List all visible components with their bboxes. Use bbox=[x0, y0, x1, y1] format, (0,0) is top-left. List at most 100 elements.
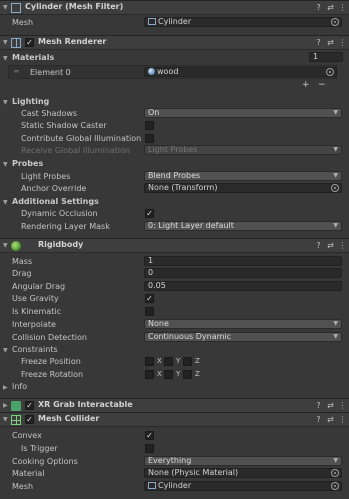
dropdown-arrow-icon: ▼ bbox=[333, 109, 338, 116]
info-label: Info bbox=[12, 382, 28, 391]
foldout-expanded-icon[interactable]: ▼ bbox=[3, 242, 8, 249]
foldout-expanded-icon[interactable]: ▼ bbox=[3, 39, 8, 46]
freeze-position-z-checkbox[interactable] bbox=[183, 357, 192, 366]
physic-material-field[interactable]: None (Physic Material) bbox=[144, 468, 342, 478]
materials-count-field[interactable]: 1 bbox=[309, 52, 343, 62]
object-picker-icon[interactable] bbox=[331, 18, 339, 26]
menu-icon[interactable]: ⋮ bbox=[338, 3, 347, 13]
mesh-field[interactable]: Cylinder bbox=[144, 17, 342, 27]
presets-icon[interactable]: ⇄ bbox=[326, 401, 335, 411]
foldout-expanded-icon[interactable]: ▼ bbox=[3, 4, 8, 11]
receive-gi-value: Light Probes bbox=[148, 145, 198, 154]
presets-icon[interactable]: ⇄ bbox=[326, 3, 335, 13]
mesh-collider-title: Mesh Collider bbox=[38, 414, 100, 423]
xr-grab-enabled-checkbox[interactable]: ✓ bbox=[25, 401, 34, 410]
help-icon[interactable]: ? bbox=[314, 241, 323, 251]
dropdown-arrow-icon: ▼ bbox=[333, 146, 338, 153]
mesh-renderer-enabled-checkbox[interactable]: ✓ bbox=[25, 38, 34, 47]
use-gravity-checkbox[interactable]: ✓ bbox=[145, 294, 154, 303]
is-trigger-label: Is Trigger bbox=[21, 444, 58, 453]
mesh-collider-header[interactable]: ▼ ✓ Mesh Collider ? ⇄ ⋮ bbox=[0, 412, 349, 427]
rigidbody-header[interactable]: ▼ Rigidbody ? ⇄ ⋮ bbox=[0, 238, 349, 253]
mesh-renderer-header[interactable]: ▼ ✓ Mesh Renderer ? ⇄ ⋮ bbox=[0, 35, 349, 50]
receive-gi-label: Receive Global Illumination bbox=[21, 146, 131, 155]
layer-mask-value: 0: Light Layer default bbox=[148, 221, 234, 230]
collider-mesh-label: Mesh bbox=[12, 482, 34, 491]
freeze-rotation-y-checkbox[interactable] bbox=[164, 370, 173, 379]
dynamic-occlusion-checkbox[interactable]: ✓ bbox=[145, 209, 154, 218]
cast-shadows-label: Cast Shadows bbox=[21, 109, 78, 118]
help-icon[interactable]: ? bbox=[314, 38, 323, 48]
mesh-label: Mesh bbox=[12, 18, 34, 27]
interpolate-dropdown[interactable]: None ▼ bbox=[144, 319, 342, 329]
additional-settings-label: Additional Settings bbox=[12, 197, 99, 206]
drag-handle-icon[interactable]: ═ bbox=[14, 67, 19, 76]
angular-drag-label: Angular Drag bbox=[12, 282, 66, 291]
contribute-gi-checkbox[interactable] bbox=[145, 134, 154, 143]
presets-icon[interactable]: ⇄ bbox=[326, 38, 335, 48]
remove-element-button[interactable]: − bbox=[318, 80, 326, 90]
mesh-renderer-title: Mesh Renderer bbox=[38, 37, 107, 46]
mass-field[interactable]: 1 bbox=[144, 256, 342, 266]
material-icon bbox=[148, 68, 155, 75]
element0-field[interactable]: wood bbox=[144, 67, 337, 77]
mesh-field-value: Cylinder bbox=[158, 17, 192, 26]
mesh-object-icon bbox=[148, 18, 156, 25]
cooking-options-label: Cooking Options bbox=[12, 457, 78, 466]
drag-field[interactable]: 0 bbox=[144, 268, 342, 278]
foldout-collapsed-icon[interactable]: ▶ bbox=[3, 402, 8, 409]
freeze-rotation-z-checkbox[interactable] bbox=[183, 370, 192, 379]
menu-icon[interactable]: ⋮ bbox=[338, 415, 347, 425]
mesh-filter-header[interactable]: ▼ Cylinder (Mesh Filter) ? ⇄ ⋮ bbox=[0, 0, 349, 15]
dropdown-arrow-icon: ▼ bbox=[333, 222, 338, 229]
light-probes-value: Blend Probes bbox=[148, 171, 201, 180]
is-kinematic-label: Is Kinematic bbox=[12, 307, 61, 316]
layer-mask-dropdown[interactable]: 0: Light Layer default ▼ bbox=[144, 221, 342, 231]
materials-foldout-icon[interactable]: ▼ bbox=[3, 55, 8, 62]
probes-foldout-icon[interactable]: ▼ bbox=[3, 161, 8, 168]
drag-label: Drag bbox=[12, 269, 32, 278]
cast-shadows-value: On bbox=[148, 108, 160, 117]
light-probes-dropdown[interactable]: Blend Probes ▼ bbox=[144, 171, 342, 181]
constraints-foldout-icon[interactable]: ▼ bbox=[3, 347, 8, 354]
lighting-foldout-icon[interactable]: ▼ bbox=[3, 99, 8, 106]
dropdown-arrow-icon: ▼ bbox=[333, 320, 338, 327]
presets-icon[interactable]: ⇄ bbox=[326, 415, 335, 425]
mesh-collider-icon bbox=[11, 415, 21, 425]
freeze-position-x-label: X bbox=[157, 357, 162, 365]
help-icon[interactable]: ? bbox=[314, 401, 323, 411]
object-picker-icon[interactable] bbox=[331, 184, 339, 192]
is-trigger-checkbox[interactable] bbox=[145, 444, 154, 453]
help-icon[interactable]: ? bbox=[314, 415, 323, 425]
convex-checkbox[interactable]: ✓ bbox=[145, 431, 154, 440]
static-shadow-checkbox[interactable] bbox=[145, 121, 154, 130]
anchor-override-field[interactable]: None (Transform) bbox=[144, 183, 342, 193]
foldout-expanded-icon[interactable]: ▼ bbox=[3, 416, 8, 423]
is-kinematic-checkbox[interactable] bbox=[145, 307, 154, 316]
info-foldout-icon[interactable]: ▶ bbox=[3, 384, 8, 391]
cooking-options-dropdown[interactable]: Everything ▼ bbox=[144, 456, 342, 466]
object-picker-icon[interactable] bbox=[331, 469, 339, 477]
additional-foldout-icon[interactable]: ▼ bbox=[3, 199, 8, 206]
freeze-position-z-label: Z bbox=[195, 357, 200, 365]
menu-icon[interactable]: ⋮ bbox=[338, 401, 347, 411]
presets-icon[interactable]: ⇄ bbox=[326, 241, 335, 251]
mesh-collider-enabled-checkbox[interactable]: ✓ bbox=[25, 415, 34, 424]
collision-detection-dropdown[interactable]: Continuous Dynamic ▼ bbox=[144, 332, 342, 342]
collider-mesh-field[interactable]: Cylinder bbox=[144, 481, 342, 491]
menu-icon[interactable]: ⋮ bbox=[338, 241, 347, 251]
help-icon[interactable]: ? bbox=[314, 3, 323, 13]
object-picker-icon[interactable] bbox=[331, 482, 339, 490]
cast-shadows-dropdown[interactable]: On ▼ bbox=[144, 108, 342, 118]
freeze-rotation-x-checkbox[interactable] bbox=[145, 370, 154, 379]
menu-icon[interactable]: ⋮ bbox=[338, 38, 347, 48]
mesh-filter-icon bbox=[11, 3, 21, 13]
xr-grab-header[interactable]: ▶ ✓ XR Grab Interactable ? ⇄ ⋮ bbox=[0, 398, 349, 413]
mass-label: Mass bbox=[12, 257, 33, 266]
object-picker-icon[interactable] bbox=[326, 68, 334, 76]
add-element-button[interactable]: + bbox=[302, 80, 310, 90]
freeze-position-y-checkbox[interactable] bbox=[164, 357, 173, 366]
freeze-position-x-checkbox[interactable] bbox=[145, 357, 154, 366]
material-label: Material bbox=[12, 469, 45, 478]
angular-drag-field[interactable]: 0.05 bbox=[144, 281, 342, 291]
